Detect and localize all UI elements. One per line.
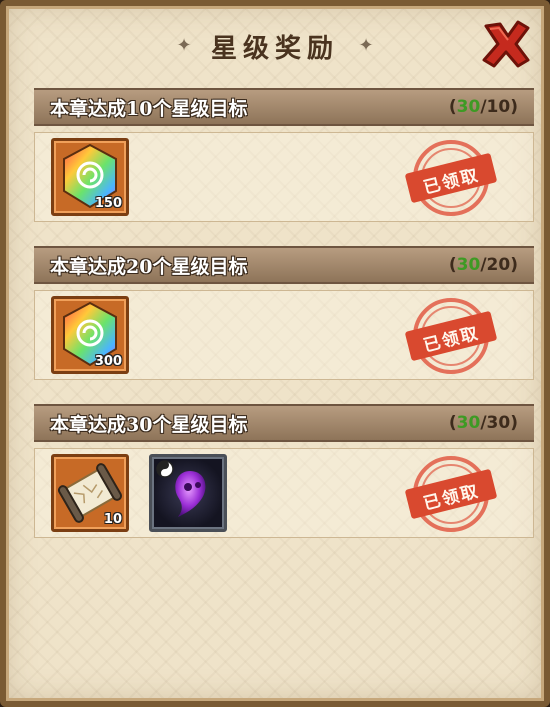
reward-row: 300 已领取 (34, 290, 534, 380)
claimed-stamp: 已领取 (399, 139, 503, 217)
claimed-stamp: 已领取 (399, 455, 503, 533)
item-count: 10 (103, 512, 122, 527)
section-header: 本章达成20个星级目标 (30/20) (34, 246, 534, 284)
shuriken-right-icon: ✦ (358, 35, 374, 56)
reward-row: 10 已领取 (34, 448, 534, 538)
star-reward-dialog: ✦ 星级奖励 ✦ 本章达成10个星级目标 (30/10) 150 已领取 本章达… (0, 0, 550, 707)
title-bar: ✦ 星级奖励 ✦ (6, 24, 544, 68)
reward-item[interactable]: 150 (51, 138, 129, 216)
section-header: 本章达成30个星级目标 (30/30) (34, 404, 534, 442)
section-header: 本章达成10个星级目标 (30/10) (34, 88, 534, 126)
close-x-icon (482, 20, 530, 68)
item-count: 300 (94, 354, 122, 369)
reward-item[interactable]: 300 (51, 296, 129, 374)
claimed-stamp: 已领取 (399, 297, 503, 375)
progress-counter: (30/10) (448, 97, 518, 117)
reward-item[interactable]: 10 (51, 454, 129, 532)
item-count: 150 (94, 196, 122, 211)
purple-spirit-icon (156, 460, 206, 517)
dialog-title: 星级奖励 (210, 33, 339, 64)
reward-row: 150 已领取 (34, 132, 534, 222)
reward-section-1: 本章达成10个星级目标 (30/10) 150 已领取 (34, 88, 534, 222)
shuriken-left-icon: ✦ (176, 35, 192, 56)
close-button[interactable] (478, 16, 534, 72)
reward-section-2: 本章达成20个星级目标 (30/20) 300 已领取 (34, 246, 534, 380)
reward-item[interactable] (149, 454, 227, 532)
reward-section-3: 本章达成30个星级目标 (30/30) 10 已领取 (34, 404, 534, 538)
section-title: 本章达成10个星级目标 (50, 97, 248, 120)
progress-counter: (30/30) (448, 413, 518, 433)
section-title: 本章达成30个星级目标 (50, 413, 248, 436)
section-title: 本章达成20个星级目标 (50, 255, 248, 278)
progress-counter: (30/20) (448, 255, 518, 275)
